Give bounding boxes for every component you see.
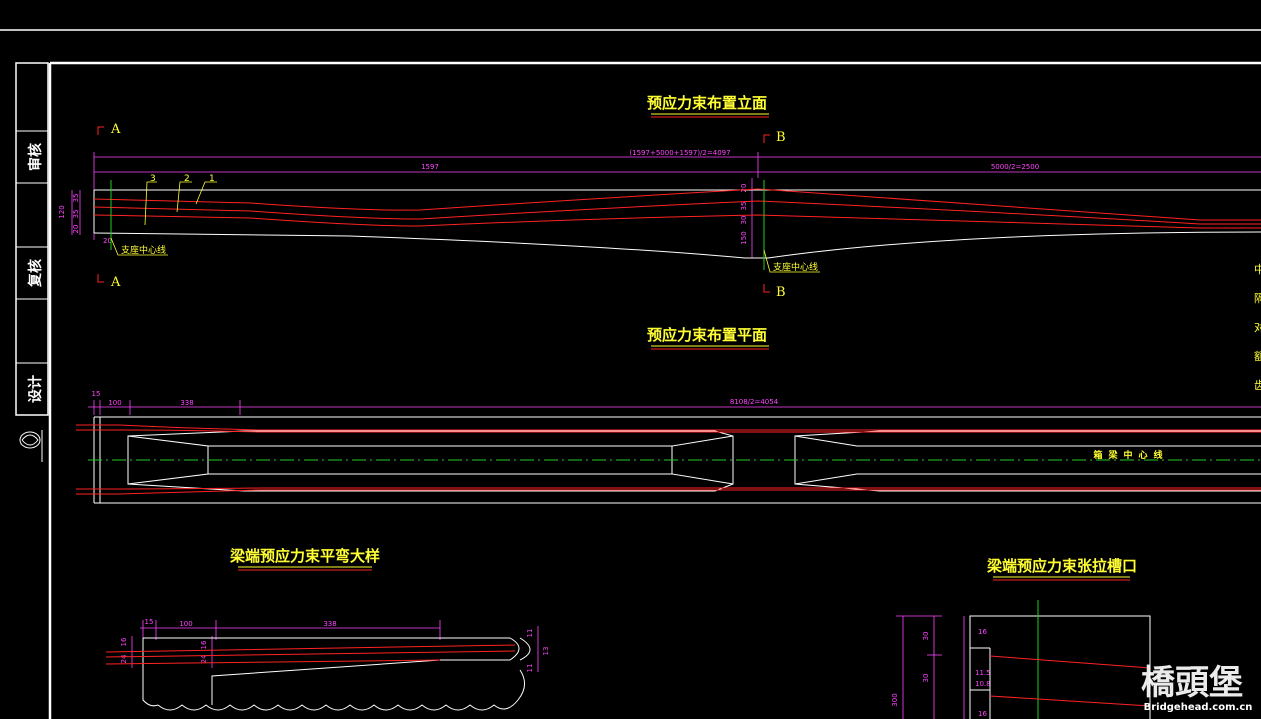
mid-height-dims: 20 35 30 150 (740, 184, 748, 245)
support-label-right: 支座中心线 (773, 261, 818, 273)
plan-title: 预应力束布置平面 (647, 326, 767, 344)
section-mark-b-top: B (776, 130, 786, 145)
bend-dim-mid-1: 16 (200, 640, 208, 649)
tendons-anchor-slot (989, 655, 1151, 707)
tendon-label-3: 3 (150, 174, 156, 184)
design-label: 设计 (27, 375, 44, 403)
dim-mid-3: 30 (740, 216, 748, 225)
note-fragment-2: 隔 (1254, 292, 1261, 305)
plan-dim-half-span: 8108/2=4054 (730, 398, 779, 406)
bend-dim-15: 15 (145, 618, 154, 626)
dim-right-span: 5000/2=2500 (991, 163, 1039, 171)
watermark-url: Bridgehead.com.cn (1144, 702, 1253, 713)
note-fragment-3: 对 (1254, 320, 1261, 334)
tendons-elevation (93, 188, 1261, 229)
company-logo (19, 430, 43, 462)
dim-mid-4: 150 (740, 231, 748, 244)
bend-dim-100: 100 (179, 620, 192, 628)
bend-dim-left-2: 24 (120, 654, 128, 663)
bend-detail-title: 梁端预应力束平弯大样 (229, 547, 380, 565)
slot-dim-left-3: 300 (891, 693, 899, 706)
plan-dim-15: 15 (92, 390, 101, 398)
cad-drawing-canvas[interactable]: 审核 复核 设计 预应力束布置立面 A A B B (1597+5000+159… (0, 0, 1261, 719)
elevation-title-group: 预应力束布置立面 (647, 94, 769, 118)
note-fragment-5: 齿 (1254, 379, 1261, 392)
slot-dim-left-1: 30 (922, 632, 930, 641)
recheck-label: 复核 (27, 259, 44, 288)
support-leaders (110, 181, 820, 273)
plan-dim-338: 338 (180, 399, 193, 407)
section-mark-a (97, 126, 104, 283)
elevation-title: 预应力束布置立面 (647, 94, 767, 112)
anchor-slot-dimensions (896, 615, 965, 719)
bend-dim-left-1: 16 (120, 637, 128, 646)
tendons-bend-detail (105, 644, 516, 665)
slot-dim-inner-2: 11.5 (975, 669, 991, 677)
section-mark-a-bottom: A (110, 275, 121, 290)
dim-total: (1597+5000+1597)/2=4097 (629, 149, 730, 157)
right-edge-notes: 中 隔 对 额 齿 (1254, 263, 1261, 392)
review-label: 审核 (27, 143, 44, 171)
bend-dim-right-2: 13 (542, 647, 550, 656)
note-fragment-1: 中 (1254, 263, 1261, 276)
dim-height-2: 35 (72, 210, 80, 219)
support-label-left: 支座中心线 (121, 244, 166, 256)
plan-title-group: 预应力束布置平面 (647, 326, 769, 350)
anchor-slot-outline (969, 615, 1151, 719)
bend-dim-right-3: 11 (526, 664, 534, 673)
anchor-slot-title: 梁端预应力束张拉槽口 (986, 557, 1137, 575)
plan-dimensions (88, 400, 1261, 415)
dim-mid-2: 35 (740, 202, 748, 211)
left-height-dims: 120 20 35 35 20 (58, 194, 112, 245)
dim-left-span: 1597 (421, 163, 439, 171)
watermark: 橋頭堡 Bridgehead.com.cn (1141, 663, 1252, 713)
watermark-logo-text: 橋頭堡 (1141, 663, 1243, 703)
bend-detail-title-group: 梁端预应力束平弯大样 (229, 547, 380, 571)
dim-height-1: 20 (72, 225, 80, 234)
note-fragment-4: 额 (1254, 350, 1261, 363)
slot-dim-inner-1: 16 (978, 628, 987, 636)
section-mark-a-top: A (110, 122, 121, 137)
section-mark-b-bottom: B (776, 285, 786, 300)
bend-dim-right-1: 11 (526, 629, 534, 638)
centerline-label: 箱梁中心线 (1093, 449, 1168, 461)
bend-dim-338: 338 (323, 620, 336, 628)
dim-height-total: 120 (58, 205, 66, 218)
slot-dim-inner-4: 16 (978, 710, 987, 718)
beam-elevation-outline (93, 189, 1261, 259)
dim-mid-1: 20 (740, 184, 748, 193)
plan-dim-100: 100 (108, 399, 121, 407)
tendon-label-2: 2 (184, 174, 190, 184)
title-block-side: 审核 复核 设计 (27, 143, 44, 403)
slot-dim-inner-3: 10.8 (975, 680, 991, 688)
tendon-label-1: 1 (209, 174, 215, 184)
anchor-slot-title-group: 梁端预应力束张拉槽口 (986, 557, 1137, 581)
slot-dim-left-2: 30 (922, 674, 930, 683)
dim-height-3: 35 (72, 194, 80, 203)
